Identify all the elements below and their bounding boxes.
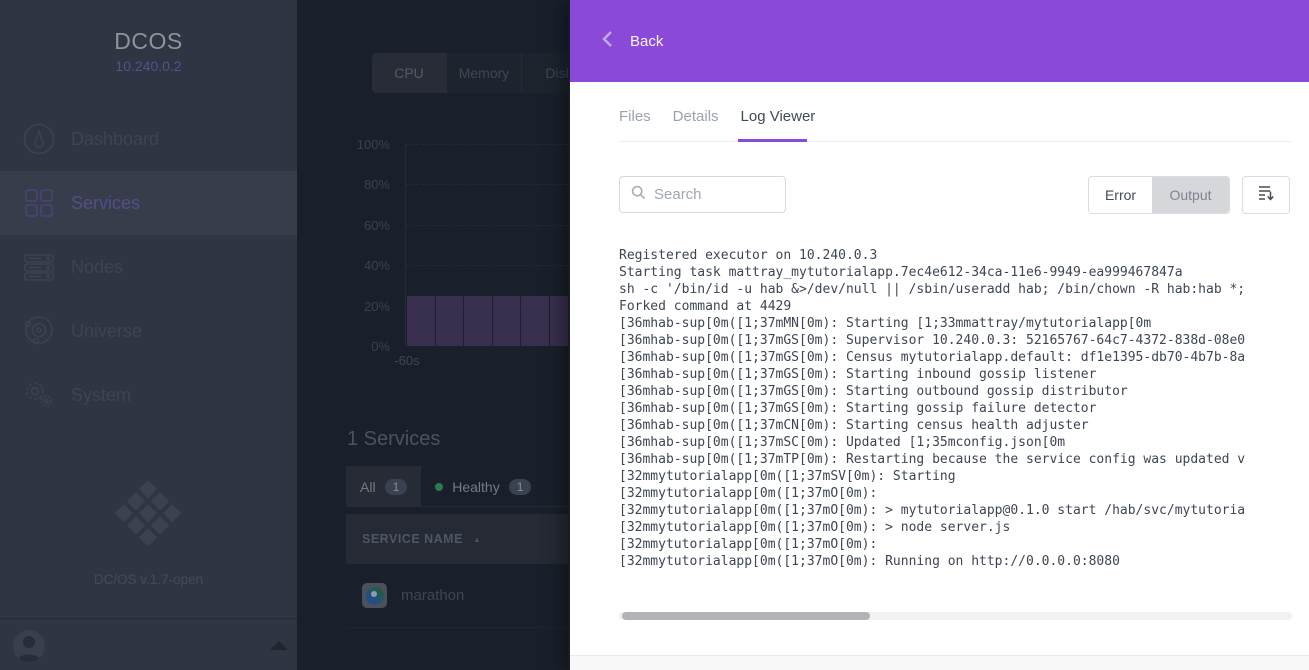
healthy-dot-icon <box>435 483 443 491</box>
sidebar-item-label: Services <box>71 193 140 214</box>
column-service-name[interactable]: SERVICE NAME <box>362 532 463 546</box>
download-log-button[interactable] <box>1242 176 1290 214</box>
task-detail-panel: Back Files Details Log Viewer Error Outp… <box>568 0 1309 670</box>
table-row[interactable]: marathon <box>346 564 568 628</box>
search-field[interactable] <box>654 186 774 203</box>
service-filter-bar: All 1 Healthy 1 <box>346 466 568 507</box>
servers-icon <box>23 251 55 283</box>
download-log-icon <box>1256 183 1276 208</box>
filter-tab-healthy[interactable]: Healthy 1 <box>421 466 545 507</box>
panel-header: Back <box>570 0 1309 82</box>
sidebar-item-universe[interactable]: Universe <box>0 299 297 363</box>
panel-tabs: Files Details Log Viewer <box>619 108 815 141</box>
log-output[interactable]: Registered executor on 10.240.0.3 Starti… <box>619 247 1292 577</box>
panel-footer <box>570 655 1309 670</box>
resource-tabs: CPU Memory Disk <box>372 53 568 93</box>
filter-tab-all[interactable]: All 1 <box>346 466 421 507</box>
cpu-chart <box>405 144 568 346</box>
tab-details[interactable]: Details <box>673 108 719 141</box>
tab-memory[interactable]: Memory <box>447 53 522 93</box>
sidebar-item-label: Nodes <box>71 257 123 278</box>
sidebar-item-dashboard[interactable]: Dashboard <box>0 107 297 171</box>
tab-disk[interactable]: Disk <box>522 53 568 93</box>
sidebar-item-services[interactable]: Services <box>0 171 297 235</box>
chart-x-axis-label: -60s <box>389 353 425 368</box>
active-tab-underline <box>738 139 807 142</box>
sidebar-item-nodes[interactable]: Nodes <box>0 235 297 299</box>
cpu-bars <box>407 144 568 346</box>
user-account-row[interactable] <box>0 618 297 670</box>
horizontal-scrollbar[interactable] <box>619 612 1292 620</box>
back-button[interactable]: Back <box>630 33 663 50</box>
error-toggle-button[interactable]: Error <box>1089 177 1152 213</box>
count-badge: 1 <box>509 479 532 495</box>
marathon-icon <box>362 583 387 608</box>
sidebar-item-system[interactable]: System <box>0 363 297 427</box>
tab-log-viewer[interactable]: Log Viewer <box>741 108 816 141</box>
orbit-icon <box>23 315 55 347</box>
gears-icon <box>23 379 55 411</box>
tab-cpu[interactable]: CPU <box>372 53 447 93</box>
chevron-left-icon[interactable] <box>600 29 616 54</box>
output-toggle-button[interactable]: Output <box>1152 177 1229 213</box>
sidebar-item-label: Universe <box>71 321 142 342</box>
dashboard-background: CPU Memory Disk 100%80%60%40%20%0% -60s … <box>297 0 568 670</box>
grid-icon <box>23 187 55 219</box>
chart-y-axis-labels: 100%80%60%40%20%0% <box>340 144 396 354</box>
sidebar-item-label: System <box>71 385 131 406</box>
sidebar-item-label: Dashboard <box>71 129 159 150</box>
service-name[interactable]: marathon <box>401 587 464 604</box>
version-label: DC/OS v.1.7-open <box>0 572 297 587</box>
avatar <box>13 630 45 662</box>
cluster-ip[interactable]: 10.240.0.2 <box>0 58 297 74</box>
service-table-header[interactable]: SERVICE NAME ▲ <box>346 514 568 564</box>
services-heading: 1 Services <box>347 428 440 451</box>
app-title: DCOS <box>0 28 297 55</box>
count-badge: 1 <box>385 479 408 495</box>
dcos-logo <box>114 480 182 548</box>
sidebar: DCOS 10.240.0.2 Dashboard Services Nodes… <box>0 0 297 670</box>
chevron-up-icon[interactable] <box>270 641 288 650</box>
sort-asc-icon: ▲ <box>473 535 481 544</box>
gauge-icon <box>23 123 55 155</box>
search-input[interactable] <box>619 176 786 213</box>
stream-toggle: Error Output <box>1088 176 1230 214</box>
scrollbar-thumb[interactable] <box>622 612 870 620</box>
search-icon <box>631 185 646 205</box>
tab-files[interactable]: Files <box>619 108 651 141</box>
tab-divider <box>619 141 1292 142</box>
